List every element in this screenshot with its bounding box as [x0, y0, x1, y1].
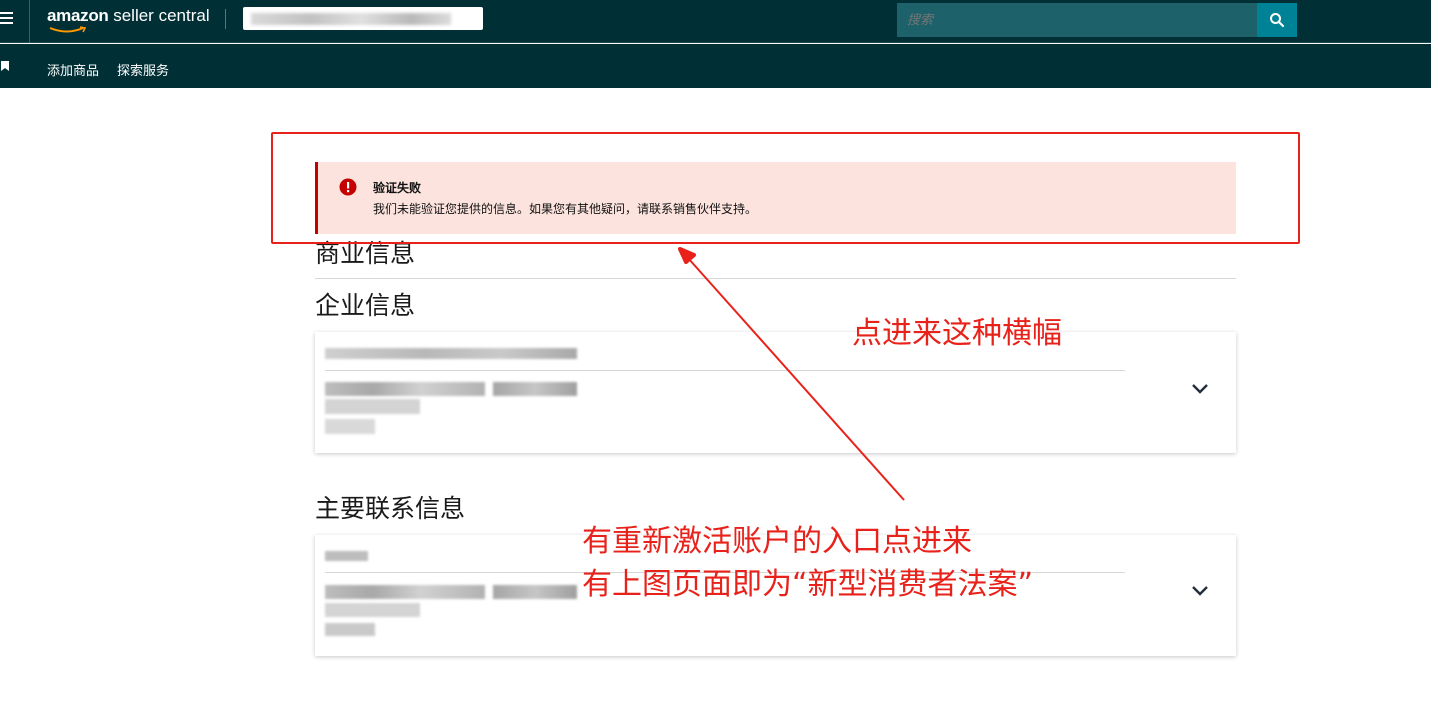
store-selector[interactable]: [243, 7, 483, 30]
annotation-banner-note: 点进来这种横幅: [852, 316, 1062, 351]
primary-contact-heading: 主要联系信息: [315, 494, 466, 523]
annotation-highlight-box: [271, 132, 1300, 244]
divider: [225, 9, 226, 29]
redacted-text: [493, 585, 577, 599]
smile-icon: [49, 26, 87, 33]
annotation-entry-note-line1: 有重新激活账户的入口点进来: [582, 524, 972, 559]
redacted-text: [325, 399, 420, 414]
redacted-text: [325, 382, 485, 396]
search-icon: [1270, 13, 1285, 28]
chevron-down-icon[interactable]: [1191, 585, 1209, 597]
redacted-text: [325, 603, 420, 617]
bookmark-icon[interactable]: [1, 61, 9, 71]
divider: [315, 278, 1236, 279]
top-bar: amazon seller central: [0, 0, 1431, 43]
amazon-seller-central-logo[interactable]: amazon seller central: [47, 6, 210, 34]
divider: [29, 0, 30, 43]
redacted-text: [325, 419, 375, 434]
company-info-heading: 企业信息: [315, 291, 416, 320]
logo-amazon-text: amazon: [47, 6, 109, 25]
redacted-text: [325, 348, 577, 359]
search-button[interactable]: [1257, 3, 1297, 37]
redacted-text: [325, 585, 485, 599]
secondary-nav: 添加商品 探索服务: [0, 44, 1431, 88]
nav-item-explore-services[interactable]: 探索服务: [117, 60, 169, 79]
logo-seller-central-text: seller central: [108, 6, 210, 25]
redacted-store-name: [251, 13, 451, 25]
search-input[interactable]: [897, 3, 1257, 37]
chevron-down-icon[interactable]: [1191, 383, 1209, 395]
redacted-text: [325, 623, 375, 636]
company-info-card[interactable]: [315, 332, 1236, 453]
divider: [325, 370, 1125, 371]
annotation-entry-note-line2: 有上图页面即为“新型消费者法案”: [582, 567, 1034, 602]
redacted-text: [493, 382, 577, 396]
nav-item-add-product[interactable]: 添加商品: [47, 60, 99, 79]
hamburger-icon[interactable]: [0, 12, 14, 26]
redacted-text: [325, 551, 368, 561]
